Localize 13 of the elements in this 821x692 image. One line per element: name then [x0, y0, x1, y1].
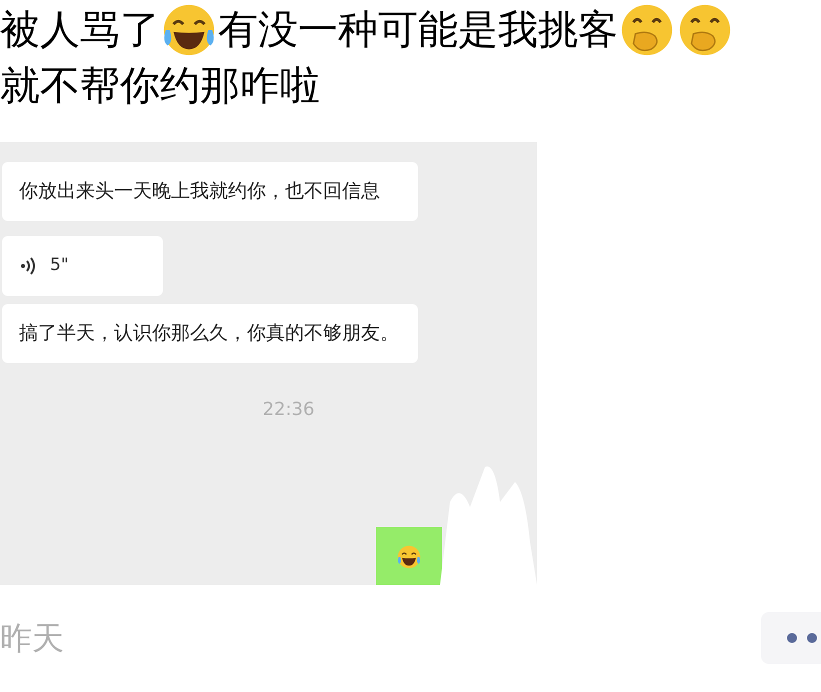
post-text: 就不帮你约那咋啦	[0, 62, 320, 111]
message-time: 22:36	[262, 398, 314, 422]
laughing-emoji-icon	[396, 544, 422, 570]
post-text: 被人骂了	[0, 6, 160, 55]
voice-duration: 5"	[50, 254, 69, 278]
post-date: 昨天	[0, 618, 64, 659]
message-bubble: 搞了半天，认识你那么久，你真的不够朋友。	[2, 304, 418, 363]
post-text: 有没一种可能是我挑客	[218, 6, 618, 55]
message-bubble: 你放出来头一天晚上我就约你，也不回信息	[2, 162, 418, 221]
voice-icon	[20, 256, 38, 276]
voice-message-bubble[interactable]: 5"	[2, 236, 163, 296]
more-button[interactable]	[761, 612, 821, 664]
more-icon	[787, 633, 817, 643]
